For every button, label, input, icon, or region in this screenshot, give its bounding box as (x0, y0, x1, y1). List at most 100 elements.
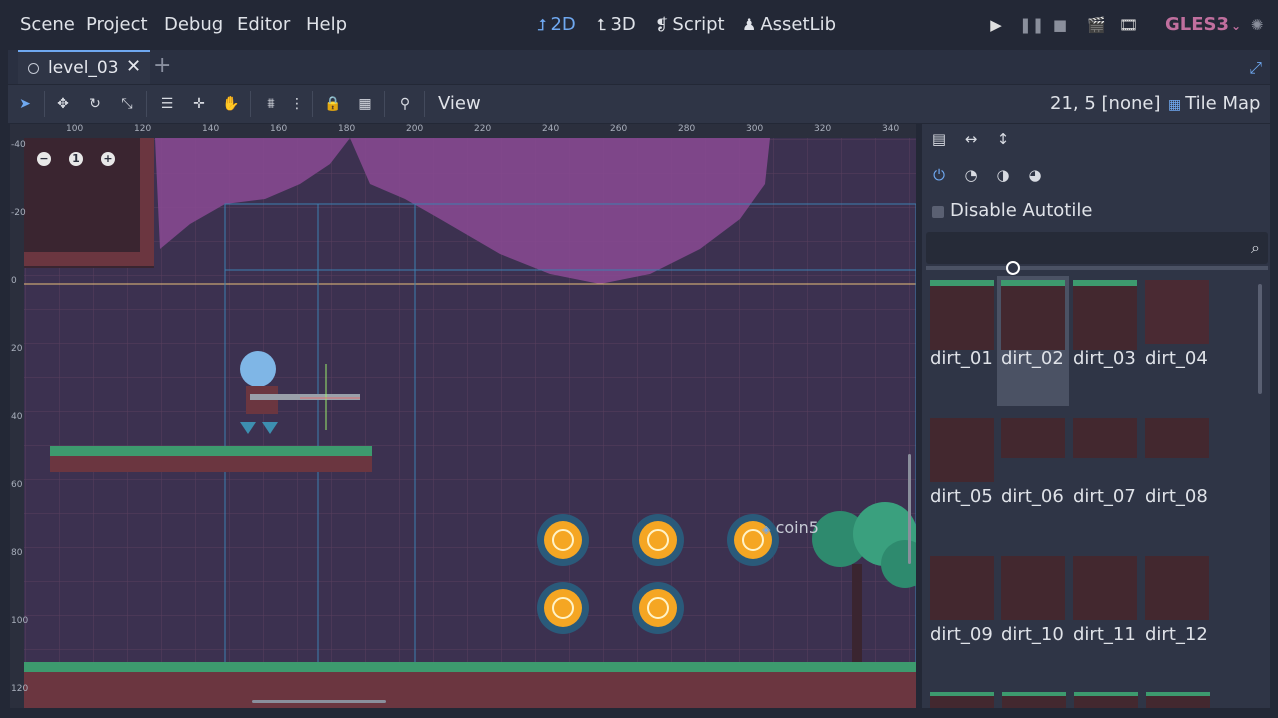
ruler-tick: 100 (66, 124, 84, 134)
renderer-selector[interactable]: GLES3 ⌄ (1165, 14, 1241, 35)
assetlib-icon: ♟ (742, 15, 757, 34)
workspace-script[interactable]: ❡ Script (655, 14, 725, 35)
snap-options-icon[interactable]: ⋮ (288, 95, 306, 113)
tile-item[interactable]: dirt_07 (1069, 414, 1141, 544)
play-icon[interactable]: ▶ (987, 16, 1005, 34)
ruler-tick: 220 (474, 124, 492, 134)
tile-label: dirt_04 (1145, 348, 1208, 369)
list-select-icon[interactable]: ☰ (158, 95, 176, 113)
zoom-out-icon[interactable]: − (37, 152, 51, 166)
menu-scene[interactable]: Scene (20, 14, 75, 35)
tile-item[interactable]: dirt_01 (926, 276, 998, 406)
rotate-mode-icon[interactable]: ↻ (86, 95, 104, 113)
ruler-top: 100 120 140 160 180 200 220 240 260 280 … (10, 124, 916, 138)
disable-autotile-checkbox[interactable] (932, 206, 944, 218)
tile-item[interactable]: dirt_05 (926, 414, 998, 544)
select-mode-icon[interactable]: ➤ (16, 95, 34, 113)
rotate-0-icon[interactable]: ⏻ (930, 166, 948, 184)
scene-tab-label: level_03 (48, 58, 119, 78)
tile-label: dirt_03 (1073, 348, 1136, 369)
ruler-tick: 200 (406, 124, 424, 134)
lock-icon[interactable]: 🔒 (324, 95, 342, 113)
tile-label: dirt_08 (1145, 486, 1208, 507)
menu-editor[interactable]: Editor (237, 14, 290, 35)
tile-label: dirt_06 (1001, 486, 1064, 507)
zoom-reset-button[interactable]: 1 (69, 152, 83, 166)
group-icon[interactable]: ▦ (356, 95, 374, 113)
ruler-tick: 40 (11, 412, 23, 422)
pivot-mode-icon[interactable]: ✛ (190, 95, 208, 113)
ruler-left: -40 -20 0 20 40 60 80 100 120 (10, 124, 28, 708)
tile-label: dirt_05 (930, 486, 993, 507)
tile-item[interactable]: dirt_08 (1141, 414, 1213, 544)
flip-vertical-icon[interactable]: ↕ (994, 130, 1012, 148)
toolbar-divider (384, 91, 385, 117)
close-icon[interactable]: ✕ (126, 56, 141, 77)
3d-icon: ⮤ (597, 15, 607, 34)
play-custom-scene-icon[interactable]: 🎞 (1119, 16, 1138, 34)
tile-thumbnail (1073, 280, 1137, 350)
workspace-assetlib[interactable]: ♟ AssetLib (742, 14, 836, 35)
tile-zoom-slider[interactable] (926, 261, 1268, 275)
ruler-tick: 80 (11, 548, 23, 558)
rotate-270-icon[interactable]: ◕ (1026, 166, 1044, 184)
tile-label: dirt_02 (1001, 348, 1064, 369)
ruler-tick: 280 (678, 124, 696, 134)
play-scene-icon[interactable]: 🎬 (1087, 16, 1106, 34)
vertical-scrollbar[interactable] (908, 454, 911, 564)
rotate-180-icon[interactable]: ◑ (994, 166, 1012, 184)
toolbar-divider (44, 91, 45, 117)
ruler-tick: 120 (11, 684, 29, 694)
rotate-90-icon[interactable]: ◔ (962, 166, 980, 184)
workspace-3d-label: 3D (610, 14, 636, 35)
tile-thumbnail (930, 418, 994, 482)
horizontal-scrollbar[interactable] (252, 700, 386, 703)
tile-label: dirt_10 (1001, 624, 1064, 645)
workspace-3d[interactable]: ⮤ 3D (597, 14, 636, 35)
snap-icon[interactable]: ⩩ (262, 95, 280, 113)
stop-icon[interactable]: ■ (1051, 16, 1069, 34)
toolbar-divider (146, 91, 147, 117)
view-menu[interactable]: View (438, 93, 481, 114)
canvas-toolbar: ➤ ✥ ↻ ⤡ ☰ ✛ ✋ ⩩ ⋮ 🔒 ▦ ⚲ View 21, 5 [none… (8, 85, 1270, 123)
pan-mode-icon[interactable]: ✋ (222, 95, 240, 113)
ground-grass (24, 662, 916, 672)
chevron-down-icon: ⌄ (1231, 19, 1242, 33)
tile-item[interactable]: dirt_10 (997, 552, 1069, 682)
menu-help[interactable]: Help (306, 14, 347, 35)
ruler-tick: 160 (270, 124, 288, 134)
tile-item[interactable]: dirt_09 (926, 552, 998, 682)
node-icon: ◈ (762, 523, 771, 536)
move-mode-icon[interactable]: ✥ (54, 95, 72, 113)
tile-item[interactable]: dirt_12 (1141, 552, 1213, 682)
slider-handle[interactable] (1006, 261, 1020, 275)
canvas-viewport[interactable]: ◈ coin5 100 120 140 160 180 200 220 240 … (10, 124, 916, 708)
scene-tab[interactable]: level_03 ✕ (18, 50, 150, 84)
scale-mode-icon[interactable]: ⤡ (118, 95, 136, 113)
tile-item-selected[interactable]: dirt_02 (997, 276, 1069, 406)
tile-item[interactable]: dirt_11 (1069, 552, 1141, 682)
ruler-tick: 340 (882, 124, 900, 134)
add-tab-icon[interactable]: + (153, 53, 171, 78)
tile-search-input[interactable]: ⌕ (926, 232, 1268, 264)
tilemap-menu[interactable]: ▦ Tile Map (1168, 93, 1260, 114)
tile-item[interactable]: dirt_06 (997, 414, 1069, 544)
tile-item[interactable]: dirt_03 (1069, 276, 1141, 406)
menu-project[interactable]: Project (86, 14, 148, 35)
find-tile-icon[interactable]: ▤ (930, 130, 948, 148)
pause-icon[interactable]: ❚❚ (1019, 16, 1044, 34)
flip-horizontal-icon[interactable]: ↔ (962, 130, 980, 148)
dirt-edge (140, 138, 154, 266)
bone-icon[interactable]: ⚲ (396, 95, 414, 113)
ruler-tick: 260 (610, 124, 628, 134)
zoom-in-icon[interactable]: + (101, 152, 115, 166)
menu-debug[interactable]: Debug (164, 14, 223, 35)
tile-label: dirt_12 (1145, 624, 1208, 645)
tile-list-scrollbar[interactable] (1258, 284, 1262, 394)
workspace-2d[interactable]: ⮥ 2D (537, 14, 576, 35)
ruler-tick: -20 (11, 208, 26, 218)
renderer-label: GLES3 (1165, 14, 1230, 35)
ruler-tick: 140 (202, 124, 220, 134)
tile-item[interactable]: dirt_04 (1141, 276, 1213, 406)
fullscreen-icon[interactable]: ⤢ (1249, 58, 1262, 78)
